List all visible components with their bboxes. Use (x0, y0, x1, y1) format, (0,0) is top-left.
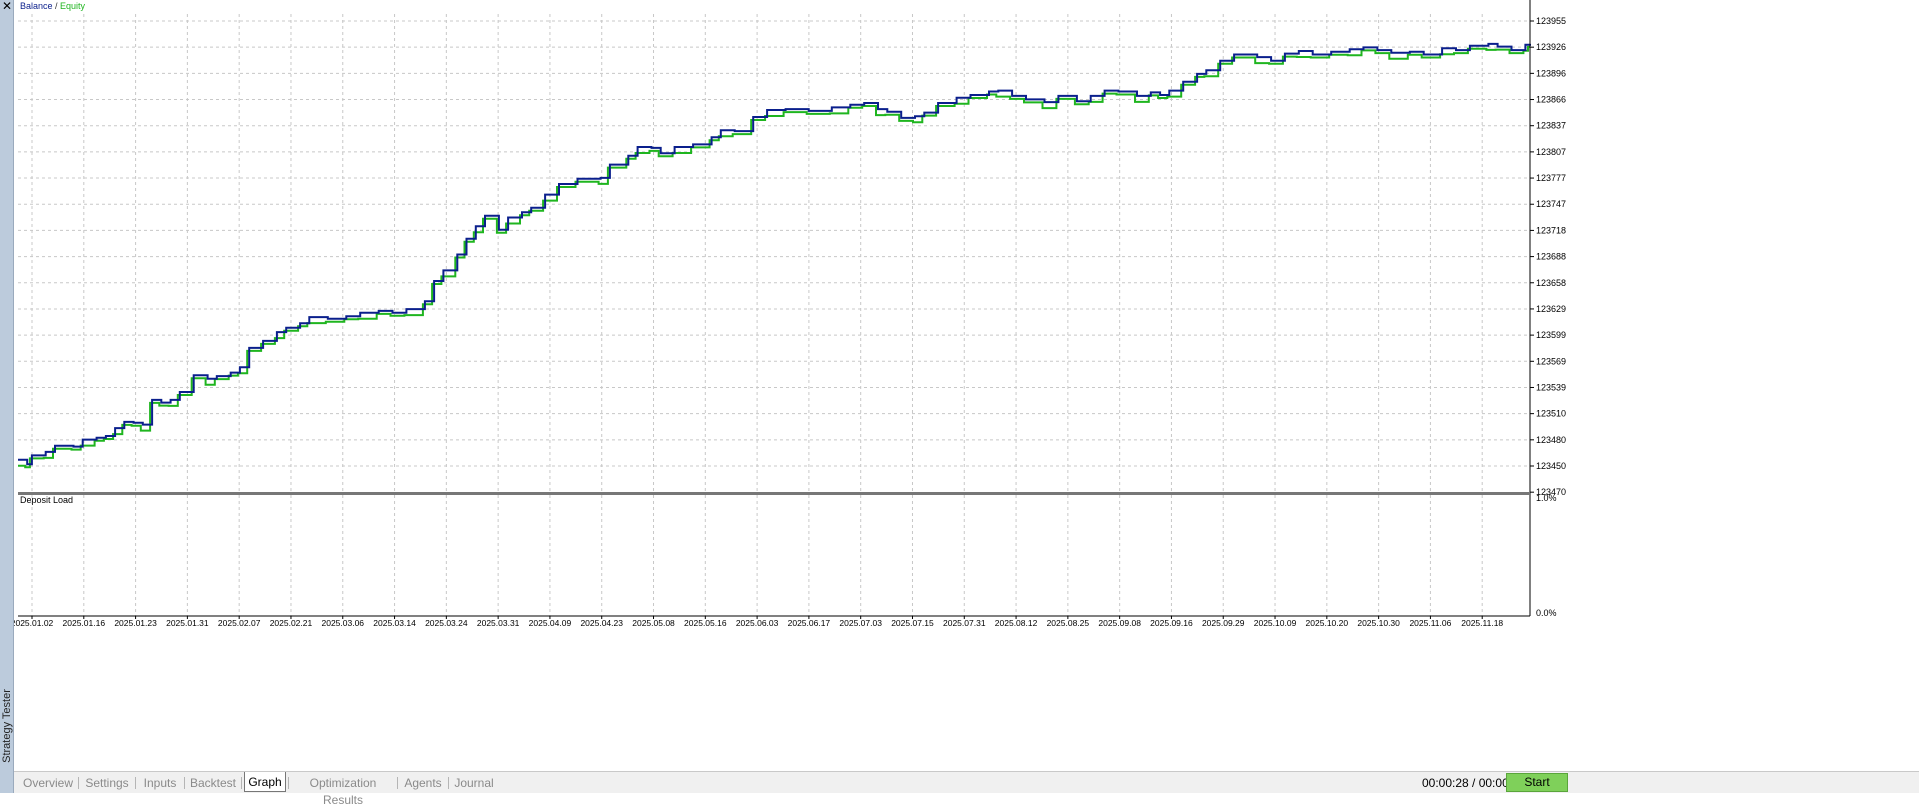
x-tick-label: 2025.08.12 (995, 618, 1038, 628)
x-tick-label: 2025.07.31 (943, 618, 986, 628)
x-axis: 2025.01.02 2025.01.16 2025.01.23 2025.01.31… (14, 616, 1503, 628)
tab-agents[interactable]: Agents (400, 775, 446, 792)
tab-separator (78, 777, 79, 789)
y-tick-label: 123926 (1536, 42, 1566, 52)
svg-text:Balance / Equity: Balance / Equity (20, 1, 86, 11)
x-tick-label: 2025.01.31 (166, 618, 209, 628)
x-tick-label: 2025.03.24 (425, 618, 468, 628)
x-tick-label: 2025.06.03 (736, 618, 779, 628)
tab-journal[interactable]: Journal (451, 775, 497, 792)
tab-separator (288, 777, 289, 789)
x-tick-label: 2025.11.06 (1409, 618, 1451, 628)
x-tick-label: 2025.10.20 (1306, 618, 1349, 628)
y-tick-label: 123896 (1536, 68, 1566, 78)
side-panel-strip: ✕ Strategy Tester (0, 0, 14, 793)
y-tick-label: 123747 (1536, 199, 1566, 209)
x-tick-label: 2025.03.14 (373, 618, 416, 628)
x-tick-label: 2025.06.17 (788, 618, 831, 628)
x-tick-label: 2025.03.31 (477, 618, 520, 628)
x-tick-label: 2025.02.07 (218, 618, 261, 628)
tab-settings[interactable]: Settings (81, 775, 133, 792)
x-tick-label: 2025.04.09 (529, 618, 572, 628)
y-tick-label: 123450 (1536, 461, 1566, 471)
y-tick-label: 123837 (1536, 121, 1566, 131)
tab-separator (397, 777, 398, 789)
tab-inputs[interactable]: Inputs (138, 775, 182, 792)
x-tick-label: 2025.05.08 (632, 618, 675, 628)
legend-balance: Balance (20, 1, 53, 11)
x-tick-label: 2025.03.06 (321, 618, 364, 628)
tab-optimization-results[interactable]: Optimization Results (291, 775, 395, 807)
legend-separator: / (53, 1, 61, 11)
x-tick-label: 2025.07.15 (891, 618, 934, 628)
legend: Balance / Equity (20, 1, 86, 11)
tab-graph[interactable]: Graph (244, 772, 286, 792)
tab-separator (184, 777, 185, 789)
tab-backtest[interactable]: Backtest (187, 775, 239, 792)
y-tick-label: 123599 (1536, 330, 1566, 340)
close-icon[interactable]: ✕ (1, 0, 13, 12)
y-tick-label: 123510 (1536, 409, 1566, 419)
tab-separator (241, 777, 242, 789)
x-tick-label: 2025.02.21 (270, 618, 313, 628)
x-tick-label: 2025.10.09 (1254, 618, 1297, 628)
x-tick-label: 2025.10.30 (1357, 618, 1400, 628)
x-tick-label: 2025.08.25 (1047, 618, 1090, 628)
tab-bar: Overview Settings Inputs Backtest Graph Optim… (14, 771, 1919, 807)
y-tick-label: 123777 (1536, 173, 1566, 183)
x-tick-label: 2025.01.02 (14, 618, 54, 628)
panel-separator[interactable] (18, 492, 1530, 495)
chart-background (14, 0, 1919, 771)
y-tick-label: 123718 (1536, 225, 1566, 235)
y-tick-label: 123480 (1536, 435, 1566, 445)
x-tick-label: 2025.09.16 (1150, 618, 1193, 628)
y-tick-label: 123807 (1536, 147, 1566, 157)
y-tick-label: 123866 (1536, 95, 1566, 105)
x-tick-label: 2025.04.23 (580, 618, 623, 628)
panel-title: Strategy Tester (1, 689, 13, 763)
panel-title-vertical: Strategy Tester (1, 671, 13, 781)
y-tick-label: 123688 (1536, 252, 1566, 262)
deposit-load-title: Deposit Load (20, 495, 73, 505)
x-tick-label: 2025.09.08 (1098, 618, 1141, 628)
y-tick-label: 123539 (1536, 382, 1566, 392)
x-tick-label: 2025.05.16 (684, 618, 727, 628)
tab-overview[interactable]: Overview (20, 775, 76, 792)
y-tick-label: 123658 (1536, 278, 1566, 288)
x-tick-label: 2025.09.29 (1202, 618, 1245, 628)
chart-area: 123955 123926 123896 123866 123837 123807 1237… (14, 0, 1919, 771)
deposit-y-label: 1.0% (1536, 493, 1557, 503)
x-tick-label: 2025.01.23 (114, 618, 157, 628)
y-tick-label: 123569 (1536, 356, 1566, 366)
x-tick-label: 2025.01.16 (63, 618, 106, 628)
start-button[interactable]: Start (1506, 773, 1568, 792)
tab-separator (135, 777, 136, 789)
deposit-y-label: 0.0% (1536, 608, 1557, 618)
x-tick-label: 2025.11.18 (1461, 618, 1503, 628)
legend-equity: Equity (60, 1, 86, 11)
y-tick-label: 123629 (1536, 304, 1566, 314)
y-tick-label: 123955 (1536, 16, 1566, 26)
tab-separator (448, 777, 449, 789)
x-tick-label: 2025.07.03 (839, 618, 882, 628)
